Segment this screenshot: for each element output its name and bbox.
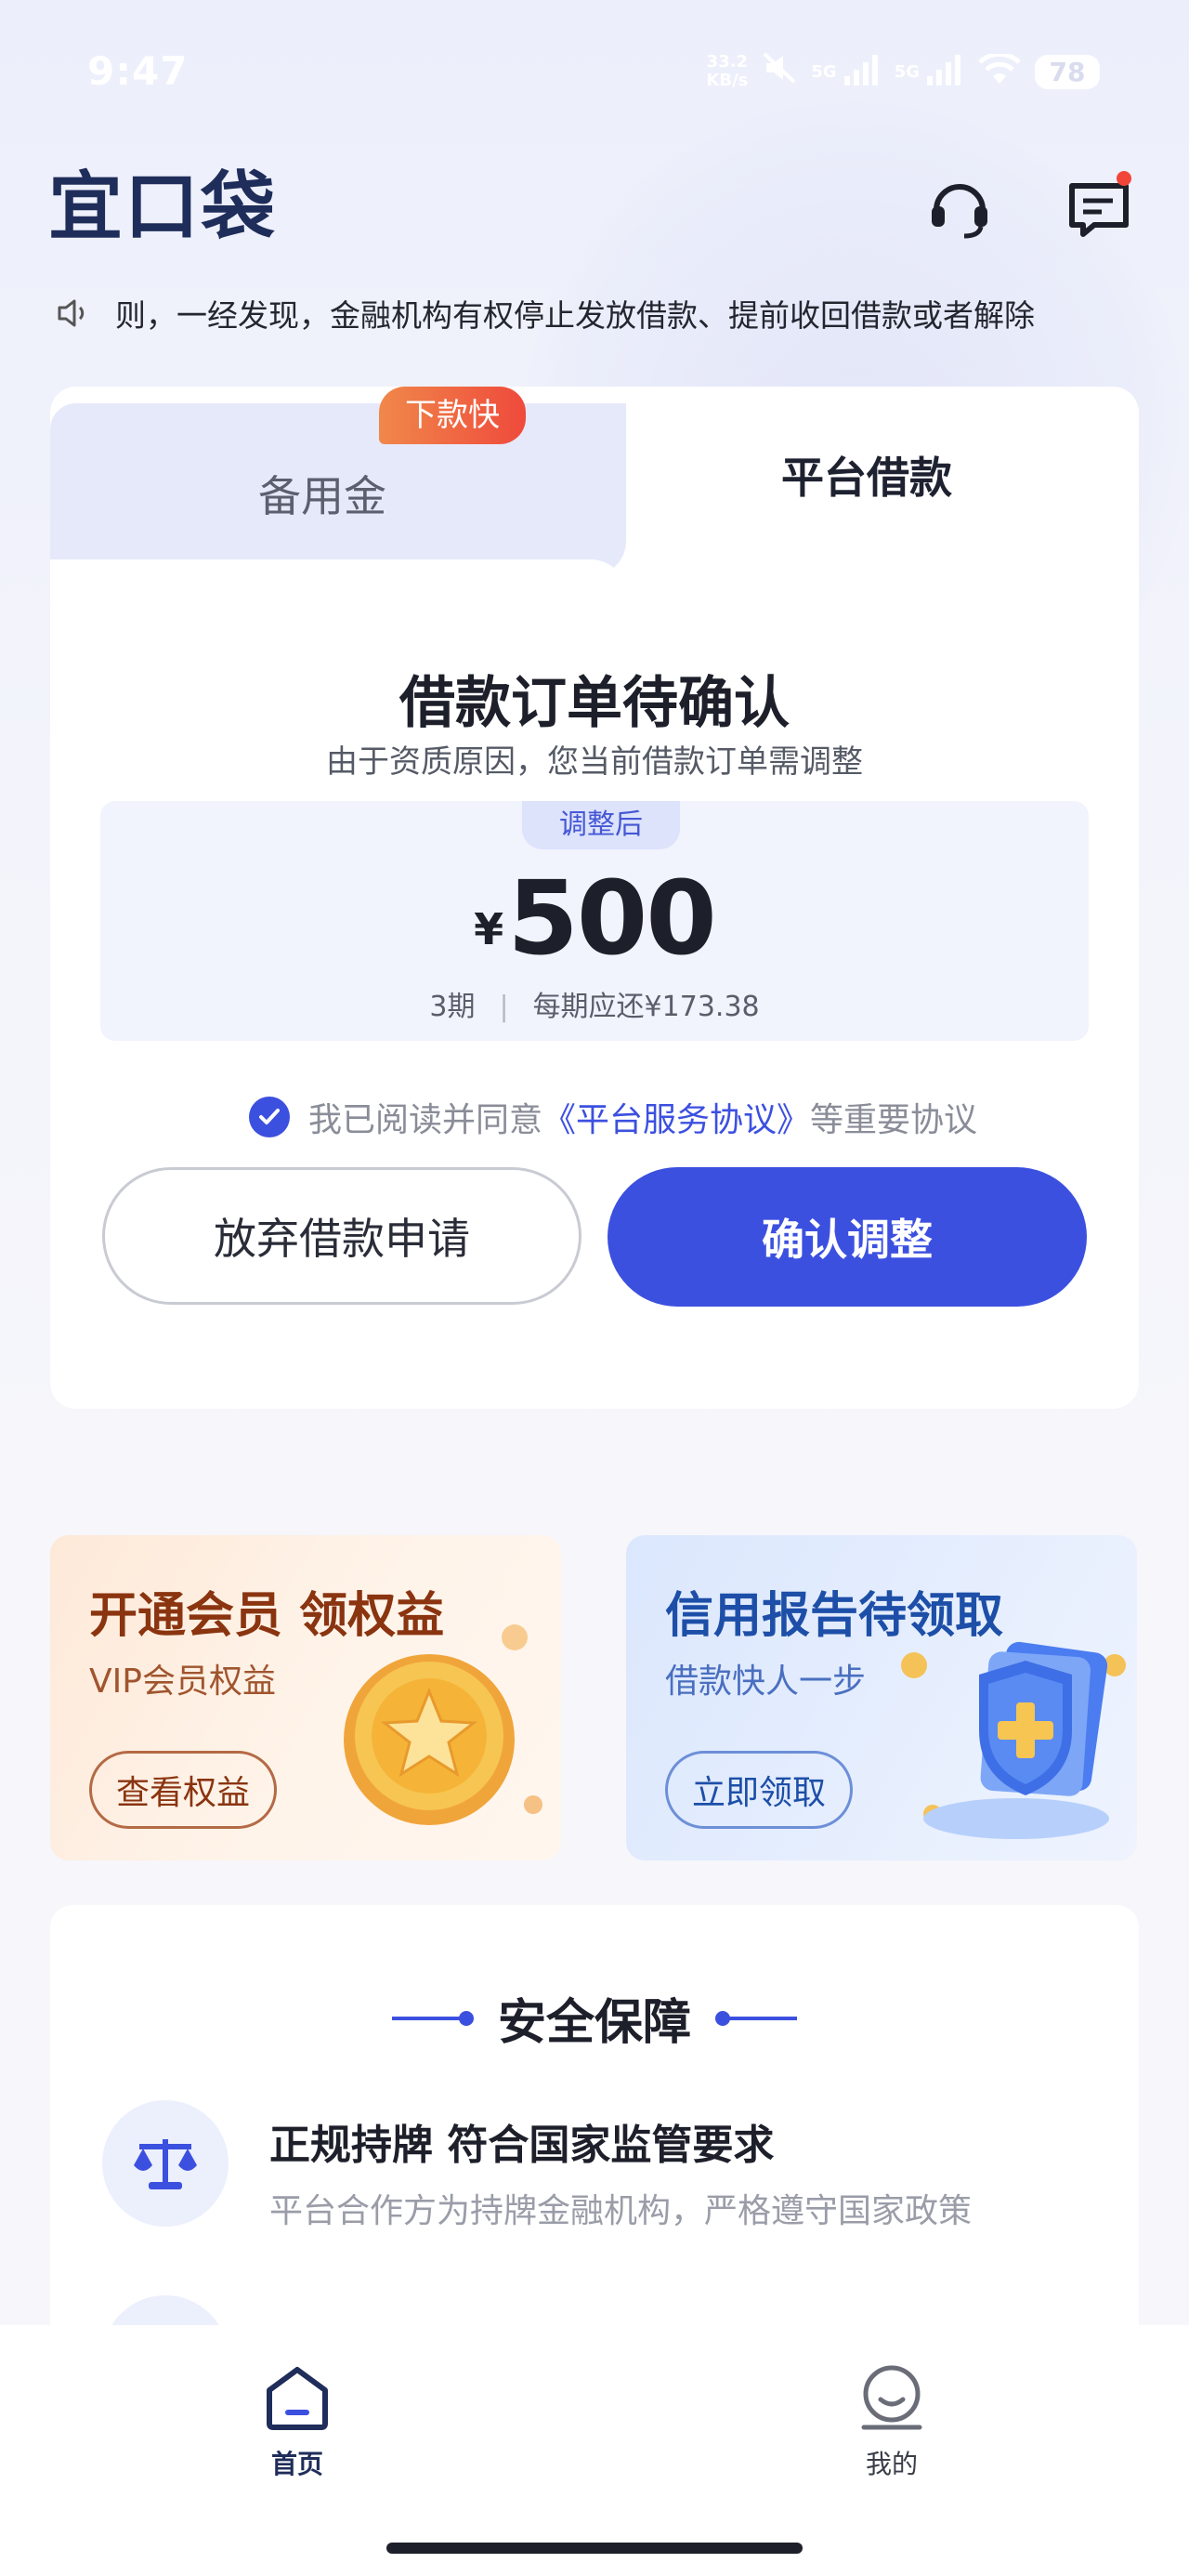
order-subtitle: 由于资质原因，您当前借款订单需调整: [326, 743, 863, 781]
message-icon[interactable]: [1066, 171, 1131, 240]
unread-dot: [1117, 171, 1131, 186]
tab-divider: [50, 559, 626, 597]
notice-text: 则，一经发现，金融机构有权停止发放借款、提前收回借款或者解除: [115, 297, 1035, 334]
loan-card: 备用金 下款快 平台借款 借款订单待确认 由于资质原因，您当前借款订单需调整 调…: [50, 387, 1139, 1409]
agreement-row: 我已阅读并同意 《平台服务协议》 等重要协议: [249, 1093, 977, 1141]
status-icons: 33.2 KB/s 5G 5G 78: [706, 51, 1100, 91]
adjusted-tag: 调整后: [522, 801, 680, 849]
vip-promo-card[interactable]: 开通会员 领权益 VIP会员权益 查看权益: [50, 1535, 561, 1860]
status-bar: 9:47 33.2 KB/s 5G 5G 78: [0, 0, 1189, 149]
amount-box: 调整后 ¥500 3期 | 每期应还¥173.38: [100, 801, 1089, 1041]
amount-value: 500: [507, 859, 717, 978]
security-item-desc: 平台合作方为持牌金融机构，严格遵守国家政策: [269, 2192, 973, 2230]
security-item-title: 正规持牌 符合国家监管要求: [269, 2122, 775, 2169]
notice-bar[interactable]: 则，一经发现，金融机构有权停止发放借款、提前收回借款或者解除: [56, 290, 1133, 336]
wifi-icon: [977, 51, 1022, 89]
battery-indicator: 78: [1035, 54, 1100, 89]
headset-icon[interactable]: [927, 175, 992, 240]
nav-home-label: 首页: [270, 2449, 323, 2479]
status-time: 9:47: [87, 48, 189, 94]
repayment-detail: 3期 | 每期应还¥173.38: [100, 983, 1089, 1024]
signal-icon: [843, 54, 882, 89]
security-card: 安全保障 正规持牌 符合国家监管要求 平台合作方为持牌金融机构，严格遵守国家政策: [50, 1905, 1139, 2422]
agreement-suffix: 等重要协议: [810, 1101, 978, 1139]
nav-mine[interactable]: 我的: [799, 2362, 985, 2481]
home-icon: [204, 2362, 390, 2437]
profile-icon: [799, 2362, 985, 2437]
gold-coin-icon: [320, 1610, 552, 1851]
agreement-checkbox[interactable]: [249, 1097, 290, 1137]
credit-report-card[interactable]: 信用报告待领取 借款快人一步 立即领取: [626, 1535, 1137, 1860]
network-type: 5G: [811, 61, 837, 82]
view-benefits-button[interactable]: 查看权益: [89, 1751, 278, 1829]
detail-separator: |: [499, 991, 509, 1023]
currency-symbol: ¥: [474, 904, 504, 954]
home-indicator: [386, 2543, 803, 2554]
net-speed: 33.2 KB/s: [706, 52, 749, 90]
bottom-nav: 首页 我的: [0, 2325, 1189, 2576]
title-deco-left: [391, 2010, 474, 2026]
confirm-adjust-button[interactable]: 确认调整: [608, 1167, 1087, 1307]
balance-scale-icon: [102, 2100, 229, 2227]
loan-amount: ¥500: [100, 859, 1089, 978]
order-title: 借款订单待确认: [399, 671, 790, 736]
title-deco-right: [715, 2010, 797, 2026]
signal-icon-2: [925, 54, 964, 89]
mute-icon: [761, 52, 798, 91]
tab-platform-loan[interactable]: 平台借款: [594, 444, 1139, 506]
speaker-icon: [56, 296, 89, 330]
periods: 3期: [429, 991, 476, 1023]
agreement-prefix: 我已阅读并同意: [308, 1101, 543, 1139]
claim-now-button[interactable]: 立即领取: [665, 1751, 854, 1829]
vip-subtitle: VIP会员权益: [89, 1663, 276, 1701]
app-logo: 宜口袋: [48, 164, 277, 250]
credit-subtitle: 借款快人一步: [665, 1663, 867, 1701]
network-type-2: 5G: [894, 61, 920, 82]
per-period-amount: 每期应还¥173.38: [532, 991, 760, 1023]
security-item: 正规持牌 符合国家监管要求 平台合作方为持牌金融机构，严格遵守国家政策: [102, 2100, 972, 2232]
security-title: 安全保障: [497, 1995, 691, 2051]
abandon-loan-button[interactable]: 放弃借款申请: [102, 1167, 581, 1305]
shield-report-icon: [895, 1610, 1128, 1851]
tab-standby-funds-label: 备用金: [258, 471, 386, 521]
security-header: 安全保障: [50, 1983, 1139, 2053]
fast-badge: 下款快: [379, 387, 526, 444]
nav-home[interactable]: 首页: [204, 2362, 390, 2481]
nav-mine-label: 我的: [865, 2449, 918, 2479]
service-agreement-link[interactable]: 《平台服务协议》: [542, 1093, 810, 1141]
